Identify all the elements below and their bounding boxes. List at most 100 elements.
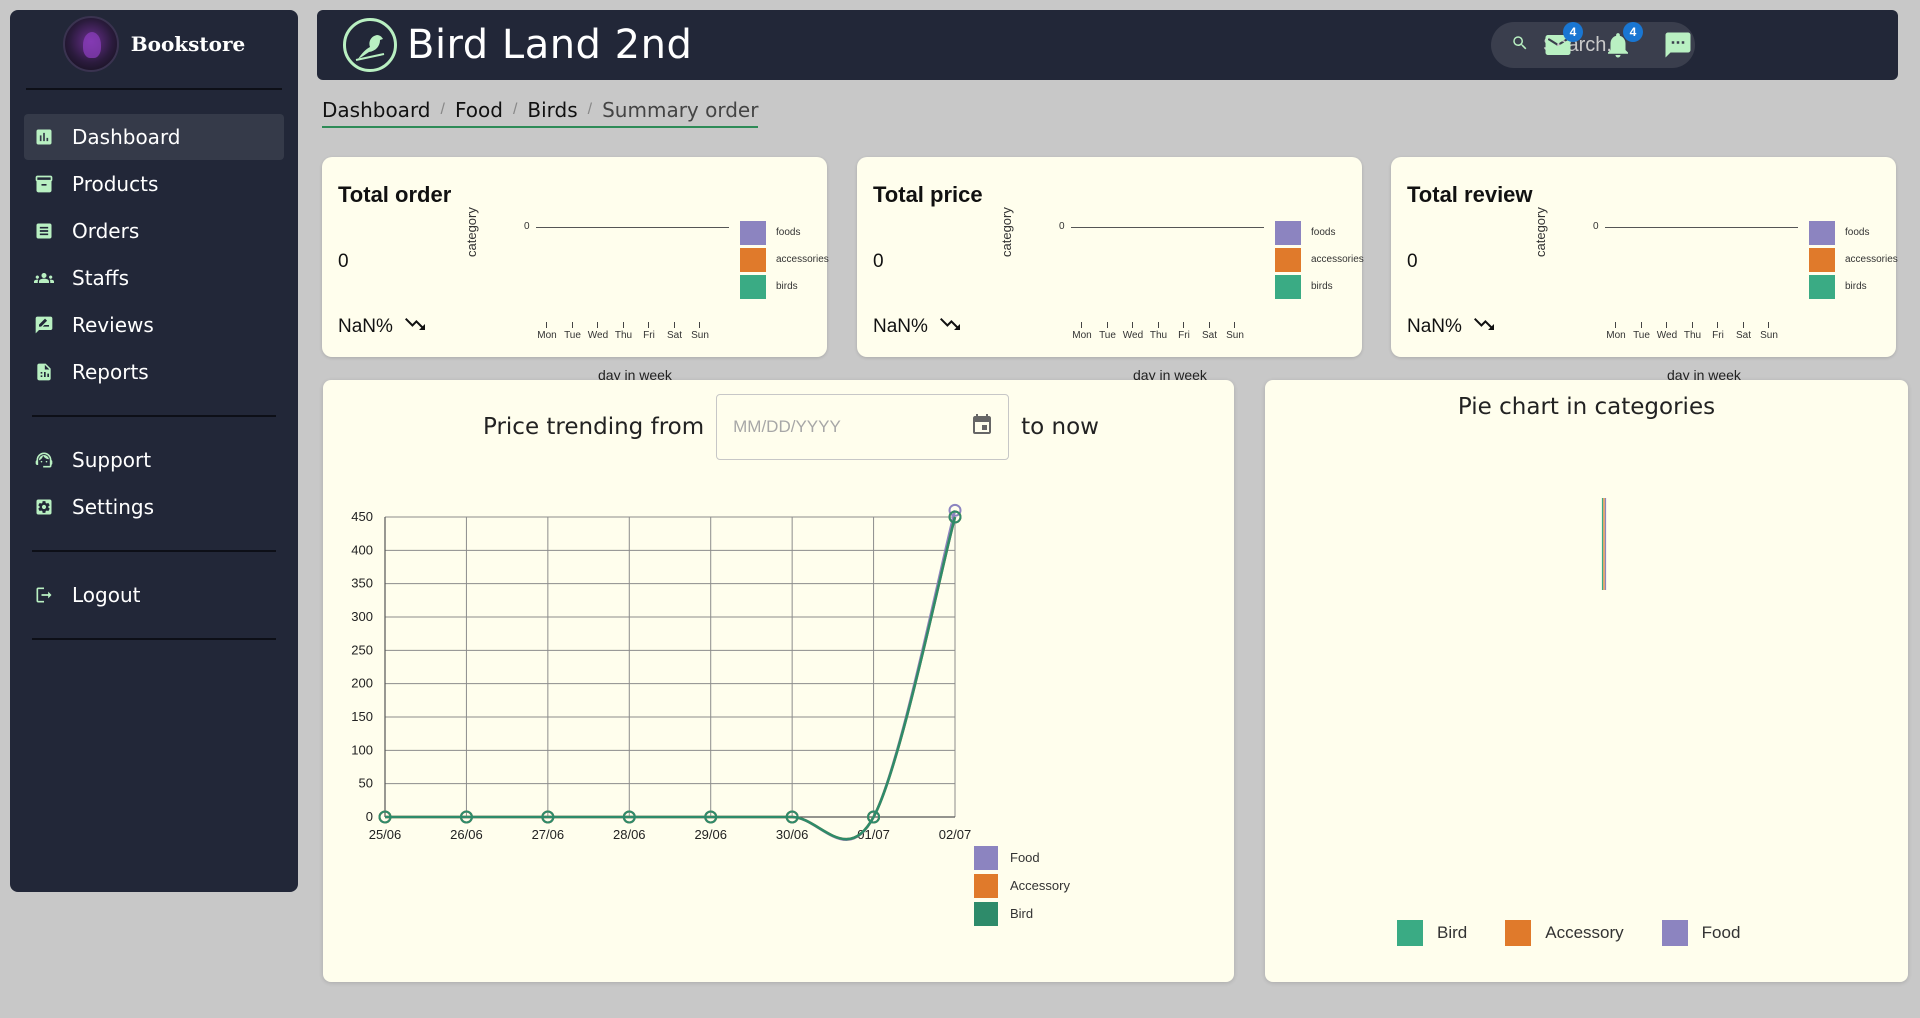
calendar-icon[interactable]	[970, 412, 994, 442]
sidebar-nav-secondary: Support Settings	[10, 437, 298, 530]
mini-legend-item[interactable]: birds	[1809, 273, 1898, 300]
brand-name: Bookstore	[130, 32, 246, 56]
mini-legend-item[interactable]: birds	[740, 273, 829, 300]
pie-legend-item-accessory[interactable]: Accessory	[1505, 920, 1624, 946]
legend-label: birds	[1311, 281, 1333, 292]
archive-icon	[34, 174, 60, 194]
series-line-food	[385, 509, 957, 842]
legend-swatch	[740, 247, 766, 272]
sidebar-item-label: Products	[72, 172, 159, 196]
mini-legend-item[interactable]: foods	[1809, 219, 1898, 246]
y-tick-label: 400	[351, 542, 373, 557]
date-picker[interactable]	[716, 394, 1010, 460]
stat-card-total-review: Total review 0 NaN% category 0 Mon Tue Wed Thu Fr…	[1391, 157, 1898, 383]
sidebar-item-label: Reviews	[72, 313, 154, 337]
pie-title: Pie chart in categories	[1457, 394, 1716, 420]
bird-logo-icon[interactable]	[343, 18, 397, 72]
mini-baseline	[1071, 227, 1264, 228]
legend-swatch	[740, 274, 766, 299]
mini-y-label: category	[1533, 207, 1548, 257]
breadcrumb-birds[interactable]: Birds	[527, 98, 577, 122]
mini-category-chart: category 0 Mon Tue Wed Thu Fri Sat Sun day in wee…	[999, 197, 1364, 383]
mini-legend-item[interactable]: accessories	[740, 246, 829, 273]
breadcrumb-dashboard[interactable]: Dashboard	[322, 98, 431, 122]
legend-swatch	[1661, 920, 1688, 946]
sidebar-item-reviews[interactable]: Reviews	[24, 302, 284, 348]
mini-baseline	[536, 227, 729, 228]
x-tick-label: 30/06	[776, 827, 809, 842]
legend-swatch	[1505, 920, 1532, 946]
legend-swatch	[1809, 274, 1835, 299]
chat-icon	[1663, 32, 1693, 64]
y-tick-label: 150	[351, 709, 373, 724]
legend-label: birds	[1845, 281, 1867, 292]
sidebar-item-products[interactable]: Products	[24, 161, 284, 207]
legend-swatch	[1809, 247, 1835, 272]
mini-day-tick: Sun	[685, 322, 715, 341]
mini-day-tick: Sun	[1220, 322, 1250, 341]
breadcrumb-current: Summary order	[602, 98, 759, 122]
breadcrumb-food[interactable]: Food	[455, 98, 503, 122]
mini-legend-item[interactable]: birds	[1275, 273, 1364, 300]
percentage-text: NaN%	[338, 316, 393, 337]
sidebar-item-orders[interactable]: Orders	[24, 208, 284, 254]
sidebar-item-label: Staffs	[72, 266, 129, 290]
date-input[interactable]	[733, 417, 934, 437]
y-tick-label: 200	[351, 676, 373, 691]
notifications-button[interactable]: 4	[1603, 22, 1643, 62]
sidebar-item-reports[interactable]: Reports	[24, 349, 284, 395]
percentage-text: NaN%	[1407, 316, 1462, 337]
y-tick-label: 350	[351, 576, 373, 591]
legend-label: foods	[1311, 227, 1336, 238]
mini-legend-item[interactable]: accessories	[1275, 246, 1364, 273]
mini-x-ticks: Mon Tue Wed Thu Fri Sat Sun	[1606, 322, 1789, 350]
pie-legend-item-food[interactable]: Food	[1661, 920, 1740, 946]
chat-button[interactable]	[1663, 30, 1695, 62]
mini-legend-item[interactable]: foods	[740, 219, 829, 246]
sidebar-item-label: Dashboard	[72, 125, 181, 149]
y-tick-label: 50	[359, 776, 373, 791]
trend-prefix: Price trending from	[483, 414, 705, 440]
legend-label: Accessory	[1010, 878, 1070, 893]
mini-legend: foods accessories birds	[1809, 219, 1898, 300]
breadcrumb: Dashboard / Food / Birds / Summary order	[322, 98, 759, 128]
sidebar-nav-main: Dashboard Products Orders Staffs Reviews…	[10, 114, 298, 395]
trending-down-icon	[938, 312, 962, 342]
legend-swatch	[1275, 274, 1301, 299]
mini-x-ticks: Mon Tue Wed Thu Fri Sat Sun	[537, 322, 720, 350]
sidebar-item-dashboard[interactable]: Dashboard	[24, 114, 284, 160]
y-tick-label: 0	[366, 809, 373, 824]
legend-label: accessories	[776, 254, 829, 265]
mini-category-chart: category 0 Mon Tue Wed Thu Fri Sat Sun day in wee…	[464, 197, 829, 383]
legend-swatch	[1275, 220, 1301, 245]
mini-x-ticks: Mon Tue Wed Thu Fri Sat Sun	[1072, 322, 1255, 350]
mini-legend-item[interactable]: accessories	[1809, 246, 1898, 273]
legend-swatch	[1397, 920, 1423, 946]
breadcrumb-separator: /	[587, 101, 593, 118]
mini-legend: foods accessories birds	[740, 219, 829, 300]
legend-label: Bird	[1437, 923, 1468, 942]
price-trend-panel: 0 50 100 150 200 250 300 350 400 450 25/06 26/06 27/…	[323, 380, 1234, 982]
x-tick-label: 28/06	[613, 827, 646, 842]
mail-button[interactable]: 4	[1543, 22, 1583, 62]
pie-legend-item-bird[interactable]: Bird	[1397, 920, 1467, 946]
sidebar-item-logout[interactable]: Logout	[24, 572, 284, 618]
mini-y-label: category	[999, 207, 1014, 257]
sidebar-item-settings[interactable]: Settings	[24, 484, 284, 530]
sidebar-item-support[interactable]: Support	[24, 437, 284, 483]
brand[interactable]: Bookstore	[10, 10, 298, 78]
sidebar-item-staffs[interactable]: Staffs	[24, 255, 284, 301]
percentage-text: NaN%	[873, 316, 928, 337]
top-header: Bird Land 2nd 4 4	[317, 10, 1898, 80]
y-tick-label: 300	[351, 609, 373, 624]
sidebar-divider	[32, 550, 276, 552]
legend-label: accessories	[1845, 254, 1898, 265]
mini-zero-tick: 0	[524, 221, 530, 232]
mini-legend-item[interactable]: foods	[1275, 219, 1364, 246]
notifications-badge: 4	[1623, 22, 1643, 42]
rate-review-icon	[34, 315, 60, 335]
y-tick-label: 250	[351, 642, 373, 657]
mini-zero-tick: 0	[1593, 221, 1599, 232]
x-tick-label: 27/06	[532, 827, 565, 842]
sidebar-item-label: Reports	[72, 360, 149, 384]
